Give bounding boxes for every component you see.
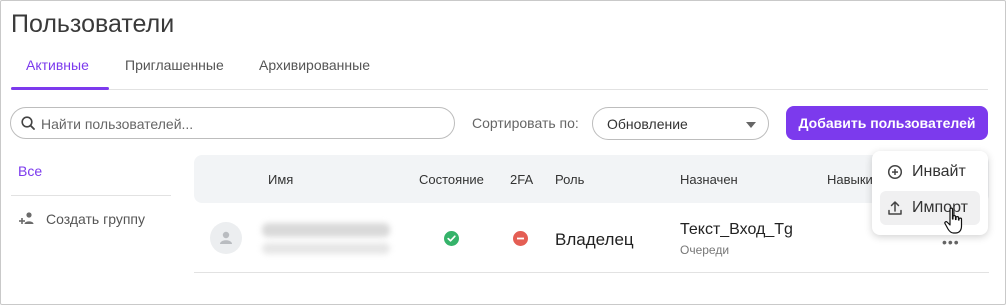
column-header-name[interactable]: Имя <box>268 172 293 187</box>
tab-invited[interactable]: Приглашенные <box>125 57 224 73</box>
page-title: Пользователи <box>11 10 175 38</box>
tab-archived[interactable]: Архивированные <box>259 57 370 73</box>
column-header-2fa[interactable]: 2FA <box>510 172 533 187</box>
more-options-icon[interactable]: ••• <box>942 234 960 250</box>
search-box[interactable] <box>10 107 455 139</box>
chevron-down-icon <box>746 122 756 128</box>
user-icon <box>220 231 232 244</box>
hand-cursor-icon <box>944 207 963 234</box>
create-group-label: Создать группу <box>46 211 145 227</box>
blurred-user-name <box>262 223 390 237</box>
sort-label: Сортировать по: <box>472 115 579 131</box>
window-frame <box>0 0 1006 305</box>
sidebar-divider <box>11 195 171 196</box>
column-header-skills[interactable]: Навыки <box>827 172 873 187</box>
search-input[interactable] <box>41 114 441 134</box>
row-divider <box>194 272 989 273</box>
assigned-sublabel: Очереди <box>680 243 730 257</box>
column-header-assigned[interactable]: Назначен <box>680 172 738 187</box>
sort-select[interactable]: Обновление <box>592 107 769 140</box>
search-icon <box>21 116 35 130</box>
column-header-status[interactable]: Состояние <box>419 172 484 187</box>
add-users-dropdown-menu: Инвайт Импорт <box>872 151 988 235</box>
plus-circle-icon <box>887 164 903 180</box>
upload-icon <box>888 201 902 215</box>
check-circle-icon <box>444 231 459 246</box>
menu-item-invite-label: Инвайт <box>912 163 966 180</box>
column-header-role[interactable]: Роль <box>555 172 584 187</box>
sort-selected-value: Обновление <box>607 116 688 132</box>
menu-item-import[interactable]: Импорт <box>880 191 980 225</box>
add-users-button[interactable]: Добавить пользователей <box>786 106 988 140</box>
active-tab-underline <box>11 87 109 90</box>
minus-circle-icon <box>513 231 528 246</box>
blurred-user-email <box>262 243 390 254</box>
add-group-icon <box>19 212 34 224</box>
tab-active[interactable]: Активные <box>26 57 89 73</box>
user-role: Владелец <box>555 230 634 249</box>
assigned-value: Текст_Вход_Tg <box>680 221 793 238</box>
avatar <box>210 222 242 254</box>
sidebar-item-all[interactable]: Все <box>18 163 42 179</box>
create-group-button[interactable]: Создать группу <box>18 211 145 227</box>
menu-item-invite[interactable]: Инвайт <box>880 155 980 189</box>
tabs-divider <box>11 89 988 90</box>
